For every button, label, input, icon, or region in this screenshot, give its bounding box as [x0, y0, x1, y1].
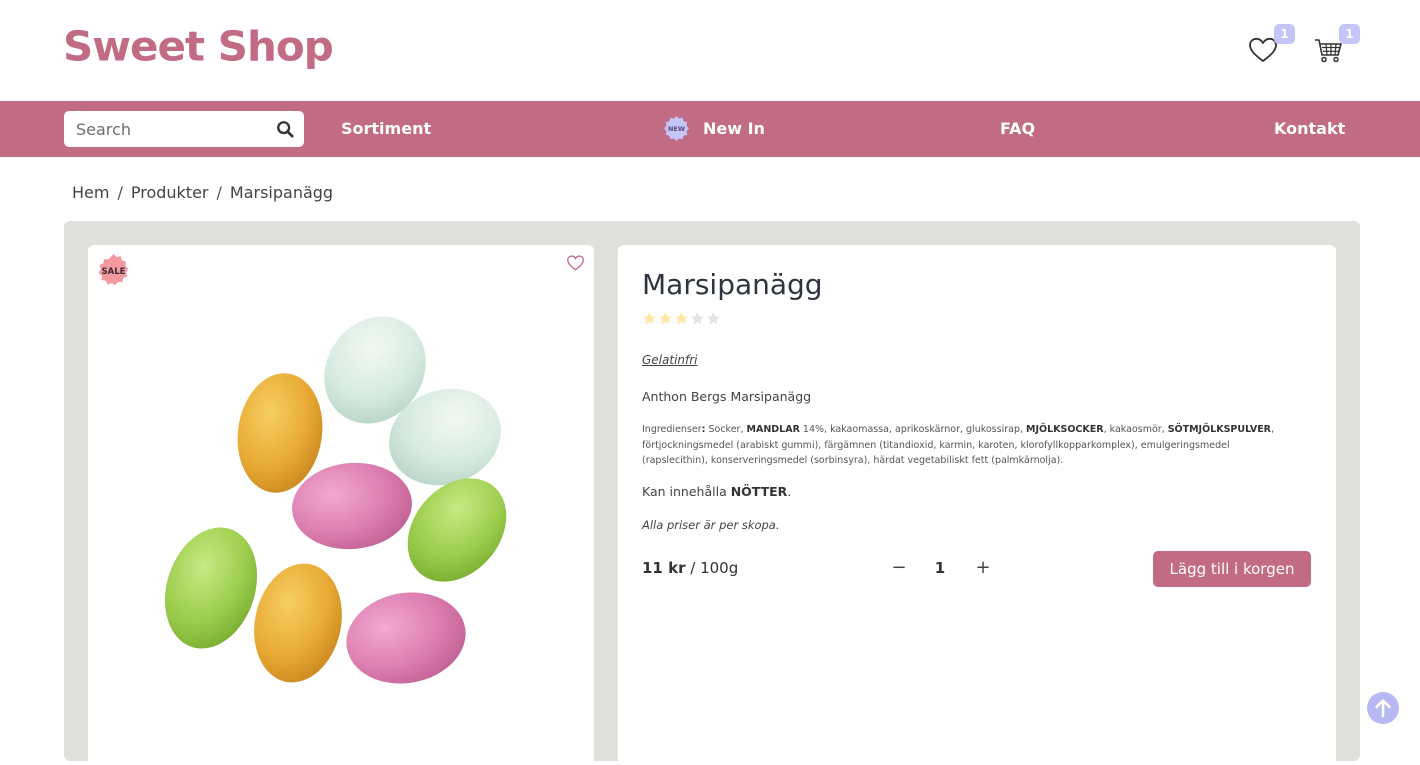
star-icon-filled: [659, 312, 672, 325]
product-price: 11 kr / 100g: [642, 559, 738, 577]
breadcrumb-current: Marsipanägg: [229, 183, 334, 202]
nav-link-kontakt[interactable]: Kontakt: [1274, 119, 1345, 138]
sale-badge-text: SALE: [102, 267, 126, 277]
product-image: [164, 316, 507, 684]
breadcrumb-separator: /: [117, 183, 123, 202]
wishlist-button[interactable]: 1: [1247, 24, 1295, 66]
star-icon-filled: [643, 312, 656, 325]
nav-link-faq[interactable]: FAQ: [1000, 119, 1035, 138]
product-tag-link[interactable]: Gelatinfri: [642, 353, 698, 367]
product-rating: [642, 311, 721, 326]
search-box: [64, 111, 304, 147]
allergy-suffix: .: [787, 484, 792, 499]
allergy-notice: Kan innehålla NÖTTER.: [642, 484, 791, 499]
allergy-allergen: NÖTTER: [730, 484, 788, 499]
cart-button[interactable]: 1: [1312, 24, 1360, 66]
ingredients-allergen: SÖTMJÖLKSPULVER: [1167, 424, 1272, 435]
quantity-decrease-button[interactable]: −: [889, 558, 909, 578]
product-ingredients: Ingredienser: Socker, MANDLAR 14%, kakao…: [642, 424, 1275, 466]
price-value: 11 kr: [642, 559, 686, 577]
ingredients-allergen: MJÖLKSOCKER: [1026, 424, 1104, 435]
breadcrumb: Hem / Produkter / Marsipanägg: [72, 183, 333, 202]
breadcrumb-home[interactable]: Hem: [72, 183, 109, 202]
star-icon-empty: [707, 312, 720, 325]
site-logo[interactable]: Sweet Shop: [63, 22, 334, 70]
nav-link-new-in[interactable]: New In: [703, 119, 765, 138]
price-note: Alla priser är per skopa.: [642, 518, 780, 532]
nav-link-sortiment[interactable]: Sortiment: [341, 119, 431, 138]
product-title: Marsipanägg: [642, 268, 823, 301]
sale-badge-icon: SALE: [98, 254, 129, 286]
site-header: Sweet Shop 1 1: [0, 0, 1420, 101]
ingredients-allergen: MANDLAR: [746, 424, 800, 435]
add-to-wishlist-heart-icon[interactable]: [566, 253, 585, 272]
search-input[interactable]: [64, 111, 269, 147]
ingredients-label: Ingredienser: [642, 424, 702, 435]
ingredients-text: , kakaosmör,: [1103, 424, 1168, 435]
star-icon-filled: [675, 312, 688, 325]
main-nav: Sortiment New In FAQ Kontakt: [0, 101, 1420, 157]
allergy-prefix: Kan innehålla: [642, 484, 731, 499]
wishlist-count-badge: 1: [1274, 24, 1295, 44]
star-icon-empty: [691, 312, 704, 325]
arrow-up-icon: [1375, 699, 1391, 718]
ingredients-text: 14%, kakaomassa, aprikoskärnor, glukossi…: [799, 424, 1027, 435]
new-badge-icon: NEW: [664, 116, 689, 141]
add-to-cart-button[interactable]: Lägg till i korgen: [1153, 551, 1311, 587]
search-icon[interactable]: [276, 120, 294, 138]
product-info-card: [618, 245, 1336, 765]
new-badge-text: NEW: [668, 125, 685, 133]
product-description: Anthon Bergs Marsipanägg: [642, 389, 812, 404]
scroll-to-top-button[interactable]: [1367, 692, 1399, 724]
cart-count-badge: 1: [1339, 24, 1360, 44]
breadcrumb-products[interactable]: Produkter: [131, 183, 209, 202]
quantity-increase-button[interactable]: +: [973, 558, 993, 578]
quantity-value: 1: [934, 559, 946, 577]
price-unit: / 100g: [685, 559, 739, 577]
ingredients-text: Socker,: [708, 424, 747, 435]
breadcrumb-separator: /: [216, 183, 222, 202]
